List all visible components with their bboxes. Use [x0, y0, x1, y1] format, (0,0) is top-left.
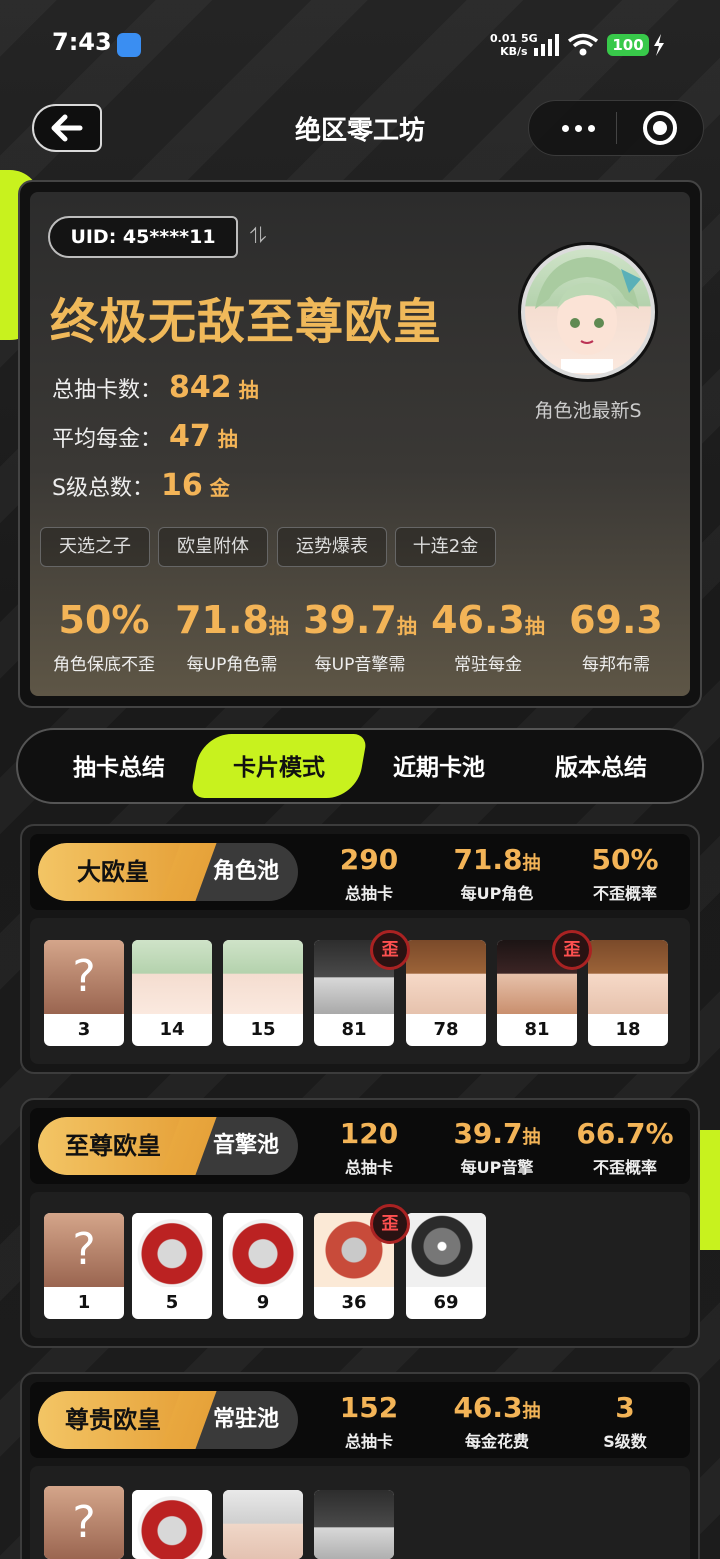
avg-per-gold-row: 平均每金： 47 抽 — [52, 419, 238, 454]
close-miniprogram-button[interactable] — [643, 111, 677, 145]
character-card[interactable]: 18 — [588, 940, 668, 1046]
luck-title: 终极无敌至尊欧皇 — [50, 294, 443, 350]
w-engine-card[interactable]: 9 — [223, 1213, 303, 1319]
pool-stat-value: 66.7% — [576, 1117, 674, 1150]
wifi-icon — [567, 33, 599, 56]
character-card[interactable]: 78 — [406, 940, 486, 1046]
tab-version-summary[interactable]: 版本总结 — [526, 748, 676, 782]
pool-label: 常驻池 — [212, 1407, 279, 1432]
character-card[interactable] — [314, 1490, 394, 1559]
off-banner-badge: 歪 — [370, 1204, 410, 1244]
pool-stat-label: 每UP角色 — [460, 884, 534, 903]
tag-ten-pull-two-gold: 十连2金 — [395, 527, 496, 567]
kpi-label: 角色保底不歪 — [53, 655, 155, 675]
pool-stat-value: 50% — [591, 843, 659, 876]
rank-label: 尊贵欧皇 — [65, 1406, 161, 1434]
pity-counter-card[interactable]: ? — [44, 1486, 124, 1559]
kpi-label: 每UP音擎需 — [314, 655, 406, 675]
pity-counter-card[interactable]: ? 1 — [44, 1213, 124, 1319]
latest-s-avatar[interactable] — [518, 242, 658, 382]
character-card[interactable]: 15 — [223, 940, 303, 1046]
rank-pool-pill: 至尊欧皇 音擎池 — [38, 1117, 298, 1175]
character-portrait — [525, 249, 651, 375]
total-pulls-row: 总抽卡数： 842 抽 — [52, 370, 259, 405]
uid-badge[interactable]: UID: 45****11 — [48, 216, 238, 258]
pool-stat-label: 总抽卡 — [344, 1158, 393, 1177]
pool-stat-value: 152 — [339, 1391, 399, 1424]
s-rank-total-row: S级总数： 16 金 — [52, 468, 230, 503]
signal-icon — [534, 34, 559, 56]
pool-stat-label: 总抽卡 — [344, 1432, 393, 1451]
pool-stat-value: 3 — [615, 1391, 635, 1424]
pool-stat-label: 总抽卡 — [344, 884, 393, 903]
tag-lucky: 欧皇附体 — [158, 527, 268, 567]
off-banner-badge: 歪 — [552, 930, 592, 970]
swap-account-icon[interactable]: ⥮ — [250, 224, 266, 249]
pool-label: 角色池 — [212, 859, 279, 884]
tab-card-mode[interactable]: 卡片模式 — [204, 748, 354, 782]
avatar-caption: 角色池最新S — [534, 400, 642, 422]
rank-pool-pill: 大欧皇 角色池 — [38, 843, 298, 901]
character-card[interactable]: 14 — [132, 940, 212, 1046]
battery-indicator: 100 — [607, 34, 649, 56]
pool-stat-label: 不歪概率 — [592, 884, 657, 903]
status-time: 7:43 — [52, 28, 112, 56]
kpi-value: 50% — [58, 598, 150, 642]
charging-bolt-icon — [654, 34, 664, 56]
rank-label: 至尊欧皇 — [65, 1132, 161, 1160]
pool-stat-value: 46.3抽 — [453, 1391, 541, 1424]
more-options-button[interactable] — [548, 112, 608, 144]
w-engine-card[interactable]: 69 — [406, 1213, 486, 1319]
tag-fortune: 运势爆表 — [277, 527, 387, 567]
screen: 7:43 0.01 5G KB/s 100 绝区零工坊 UID: 45****11… — [0, 0, 720, 1559]
network-speed: 0.01 5G KB/s — [490, 32, 538, 58]
kpi-value: 69.3 — [569, 598, 663, 642]
character-card[interactable] — [223, 1490, 303, 1559]
kpi-label: 每邦布需 — [582, 655, 650, 675]
kpi-label: 每UP角色需 — [186, 655, 278, 675]
off-banner-badge: 歪 — [370, 930, 410, 970]
rank-pool-pill: 尊贵欧皇 常驻池 — [38, 1391, 298, 1449]
app-notification-icon — [117, 33, 141, 57]
tab-draw-summary[interactable]: 抽卡总结 — [44, 748, 194, 782]
kpi-label: 常驻每金 — [454, 655, 522, 675]
rank-label: 大欧皇 — [77, 858, 149, 886]
pity-counter-card[interactable]: ? 3 — [44, 940, 124, 1046]
pool-stat-label: 不歪概率 — [592, 1158, 657, 1177]
pool-stat-value: 290 — [339, 843, 399, 876]
w-engine-card[interactable] — [132, 1490, 212, 1559]
kpi-value: 46.3抽 — [431, 598, 545, 642]
w-engine-card[interactable]: 5 — [132, 1213, 212, 1319]
pool-stat-value: 71.8抽 — [453, 843, 541, 876]
tab-recent-pools[interactable]: 近期卡池 — [364, 748, 514, 782]
pool-stat-value: 39.7抽 — [453, 1117, 541, 1150]
tag-chosen-one: 天选之子 — [40, 527, 150, 567]
pool-stat-label: 每金花费 — [464, 1432, 529, 1451]
kpi-value: 39.7抽 — [303, 598, 417, 642]
pool-stat-value: 120 — [339, 1117, 399, 1150]
pool-stat-label: S级数 — [603, 1432, 647, 1451]
pool-stat-label: 每UP音擎 — [460, 1158, 534, 1177]
pool-label: 音擎池 — [212, 1133, 279, 1158]
capsule-divider — [616, 112, 617, 144]
kpi-value: 71.8抽 — [175, 598, 289, 642]
